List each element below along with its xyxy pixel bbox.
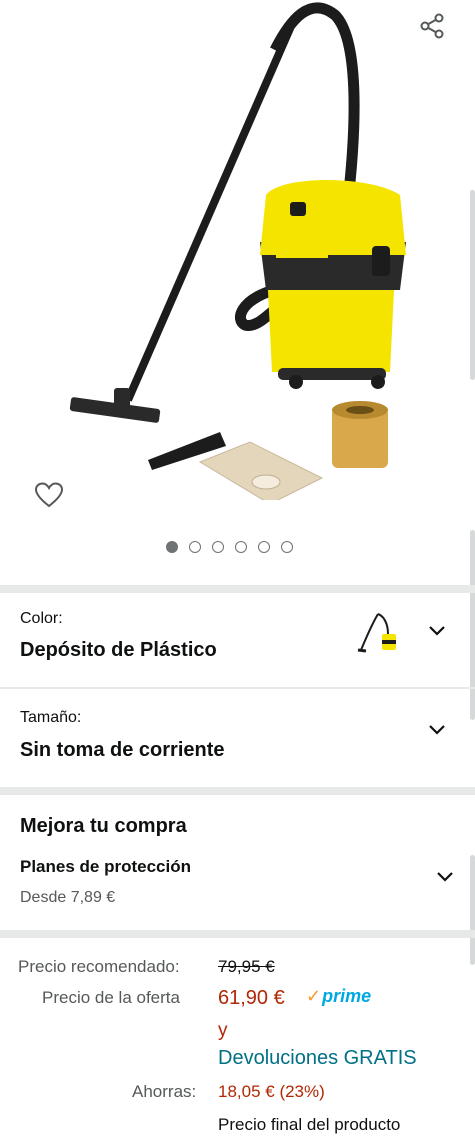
chevron-down-icon[interactable] [434, 866, 456, 888]
savings-label: Ahorras: [132, 1082, 197, 1101]
protection-plan-price: Desde 7,89 € [20, 889, 116, 906]
size-selector[interactable]: Tamaño: Sin toma de corriente [0, 689, 475, 787]
carousel-dot[interactable] [166, 541, 178, 553]
prime-badge: ✓prime [306, 986, 371, 1007]
color-label: Color: [20, 610, 63, 627]
carousel-dot[interactable] [258, 541, 270, 553]
list-price: 79,95 € [218, 957, 275, 976]
carousel-dot[interactable] [212, 541, 224, 553]
carousel-dot[interactable] [235, 541, 247, 553]
chevron-down-icon[interactable] [426, 719, 448, 741]
image-carousel-dots[interactable] [166, 541, 293, 553]
share-icon [420, 13, 444, 39]
and-text: y [218, 1020, 228, 1041]
section-divider [0, 930, 475, 938]
section-divider [0, 585, 475, 593]
carousel-dot[interactable] [189, 541, 201, 553]
savings-value: 18,05 € (23%) [218, 1082, 325, 1101]
size-value: Sin toma de corriente [20, 739, 225, 761]
size-label: Tamaño: [20, 709, 82, 726]
upgrade-title: Mejora tu compra [20, 815, 187, 837]
protection-plan-title: Planes de protección [20, 857, 191, 876]
deal-price-label: Precio de la oferta [42, 988, 180, 1007]
prime-text: prime [322, 986, 372, 1006]
prime-check-icon: ✓ [306, 986, 322, 1006]
final-price-note: Precio final del producto [218, 1115, 401, 1134]
section-divider [0, 787, 475, 795]
heart-outline-icon [34, 482, 64, 508]
list-price-label: Precio recomendado: [18, 957, 180, 976]
color-selector[interactable]: Color: Depósito de Plástico [0, 593, 475, 687]
product-image[interactable] [40, 0, 440, 500]
deal-price: 61,90 € [218, 987, 285, 1009]
vacuum-thumbnail-icon [357, 613, 396, 653]
share-button[interactable] [414, 8, 450, 44]
chevron-down-icon[interactable] [426, 620, 448, 642]
free-returns-link[interactable]: Devoluciones GRATIS [218, 1047, 417, 1070]
product-hero [0, 0, 475, 585]
scrollbar[interactable] [470, 190, 475, 380]
color-value: Depósito de Plástico [20, 639, 217, 661]
wishlist-button[interactable] [30, 476, 68, 514]
carousel-dot[interactable] [281, 541, 293, 553]
